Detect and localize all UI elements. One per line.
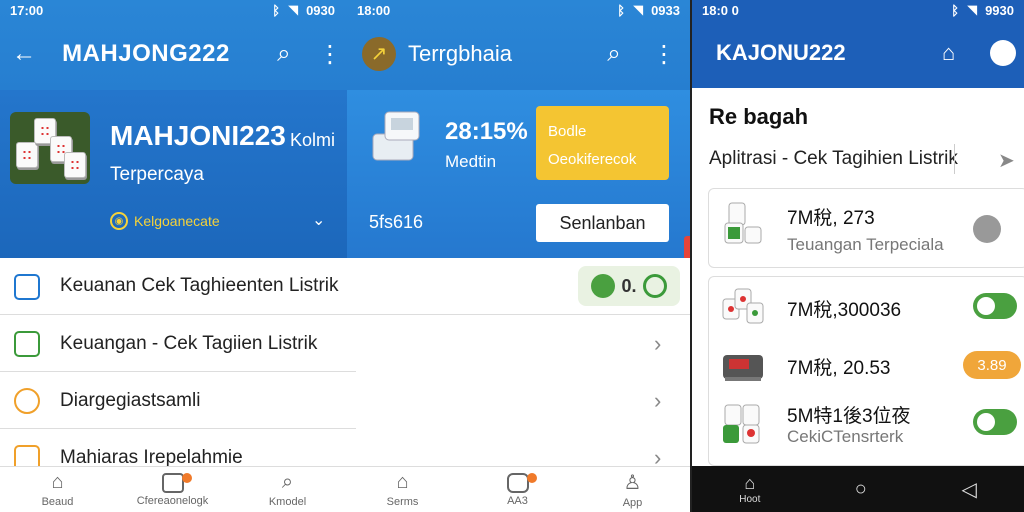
more-vert-icon[interactable]: ⋮ (318, 40, 342, 68)
wifi-icon: ◥ (633, 2, 644, 17)
send-icon[interactable]: ➤ (998, 148, 1015, 173)
nav-camera[interactable]: AA3 (460, 467, 575, 512)
device-image (723, 355, 763, 381)
item-name: 7M稅, 20.53 (787, 358, 891, 379)
bluetooth-icon: ᛒ (272, 2, 281, 18)
action-button[interactable]: Senlanban (536, 204, 669, 242)
nav-search[interactable]: ⌕ Kmodel (230, 467, 345, 512)
back-arrow-icon[interactable]: ← (12, 40, 36, 68)
list-item[interactable]: 7M稅, 20.53 3.89 (709, 335, 1024, 393)
device-label: Medtin (445, 152, 497, 171)
device-image (372, 111, 420, 161)
status-battery: 9930 (985, 2, 1014, 18)
value-badge[interactable]: 3.89 (963, 351, 1021, 379)
list-item[interactable]: 5M特1後3位夜 CekiCTensrterk (709, 393, 1024, 451)
list-item[interactable]: Keuanan Cek Taghieenten Listrik 0. (0, 258, 690, 315)
item-subtitle: CekiCTensrterk (787, 427, 904, 446)
app-bar-middle: ↗ Terrgbhaia ⌕ ⋮ (362, 22, 682, 86)
app-title-middle: Terrgbhaia (408, 41, 512, 66)
search-icon[interactable]: ⌕ (600, 40, 628, 68)
nav-services[interactable]: ⌂ Serms (345, 467, 460, 512)
device-card: 28:15% Medtin 5fs616 Bodle Oeokiferecok … (347, 90, 690, 258)
status-time: 18:0 0 (702, 2, 739, 18)
chevron-right-icon: › (654, 387, 662, 413)
list-item[interactable]: 7M稅,300036 (709, 277, 1024, 335)
chevron-down-icon[interactable]: ⌄ (312, 210, 325, 230)
mahjong-image (10, 112, 90, 184)
home-icon[interactable]: ⌂ (942, 40, 955, 66)
section-subtitle: Aplitrasi - Cek Tagihien Listrik (709, 148, 958, 169)
status-battery: 0930 (306, 2, 335, 18)
nav-home-button[interactable]: ⌂ Hoot (739, 473, 760, 505)
status-bar-left: 17:00 ᛒ ◥ 0930 (0, 0, 345, 20)
chevron-right-icon: › (654, 330, 662, 356)
status-time: 18:00 (357, 2, 391, 18)
device-small-value: 5fs616 (369, 212, 424, 232)
status-time: 17:00 (10, 2, 44, 18)
home-icon: ⌂ (396, 471, 409, 493)
status-pill[interactable]: 0. (578, 266, 680, 306)
notification-dot (181, 473, 192, 483)
menu-list: Keuanan Cek Taghieenten Listrik 0. Keuan… (0, 258, 690, 486)
person-icon: ♙ (623, 472, 642, 494)
hero-title: MAHJONI223 (110, 120, 286, 151)
notification-dot (526, 473, 537, 483)
hero-subtitle: Terpercaya (110, 164, 204, 185)
list-item[interactable]: 7M稅, 273 Teuangan Terpeciala (708, 188, 1024, 268)
wifi-icon: ◥ (967, 2, 978, 17)
nav-home[interactable]: ⌂ Beaud (0, 467, 115, 512)
section-heading: Re bagah (709, 104, 809, 129)
home-icon: ⌂ (744, 473, 756, 493)
mahjong-tiles-image (722, 288, 764, 324)
nav-wallet[interactable]: Cfereaonelogk (115, 467, 230, 512)
item-subtitle: Teuangan Terpeciala (787, 235, 944, 254)
more-vert-icon[interactable]: ⋮ (650, 40, 678, 68)
circle-home-icon[interactable]: ○ (855, 478, 867, 501)
hero-card[interactable]: MAHJONI223 Kolmi Terpercaya ◉ Kelgoaneca… (0, 90, 347, 258)
nav-profile[interactable]: ♙ App (575, 467, 690, 512)
bluetooth-icon: ᛒ (617, 2, 626, 18)
wallet-icon (14, 274, 40, 300)
wallet-icon (161, 472, 184, 493)
toggle-switch[interactable] (973, 409, 1017, 435)
list-item[interactable]: Keuangan - Cek Tagiien Listrik › (0, 315, 690, 372)
edit-icon (14, 331, 40, 357)
home-icon: ⌂ (51, 471, 64, 493)
camera-icon (506, 472, 529, 493)
hero-badge[interactable]: ◉ Kelgoanecate (110, 212, 220, 230)
avatar[interactable] (990, 40, 1016, 66)
item-name: 7M稅,300036 (787, 300, 902, 321)
coin-icon: ◉ (110, 212, 128, 230)
info-icon[interactable] (973, 215, 1001, 243)
search-icon: ⌕ (281, 471, 294, 493)
wifi-icon: ◥ (288, 2, 299, 17)
app-bar: ← MAHJONG222 ⌕ ⋮ (12, 22, 342, 86)
mahjong-tiles-image (723, 404, 760, 444)
back-icon[interactable]: ◁ (961, 477, 976, 502)
logo-icon: ↗ (362, 37, 396, 71)
list-card: 7M稅,300036 7M稅, 20.53 3.89 5M特1後3位夜 Ceki… (708, 276, 1024, 466)
bluetooth-icon: ᛒ (951, 2, 960, 18)
item-name: 5M特1後3位夜 (787, 406, 911, 427)
item-name: 7M稅, 273 (787, 208, 875, 229)
list-item[interactable]: Diargegiastsamli › (0, 372, 690, 429)
timer-icon (14, 388, 40, 414)
app-title: MAHJONG222 (62, 40, 230, 67)
toggle-switch[interactable] (973, 293, 1017, 319)
right-app-screen: 18:0 0 ᛒ ◥ 9930 KAJONU222 ⌂ Re bagah Apl… (692, 0, 1024, 512)
system-navigation: ⌂ Hoot ○ ◁ (692, 466, 1024, 512)
device-value: 28:15% (445, 118, 528, 145)
status-battery: 0933 (651, 2, 680, 18)
check-icon (591, 274, 616, 298)
left-app-screen: 17:00 ᛒ ◥ 0930 18:00 ᛒ ◥ 0933 ← MAHJONG2… (0, 0, 690, 512)
promo-box[interactable]: Bodle Oeokiferecok (536, 106, 669, 180)
search-icon (642, 274, 667, 298)
mahjong-tile-image (724, 202, 762, 244)
app-title-right: KAJONU222 (716, 40, 846, 65)
bottom-navigation: ⌂ Beaud Cfereaonelogk ⌕ Kmodel ⌂ Serms A… (0, 466, 690, 512)
status-bar-middle: 18:00 ᛒ ◥ 0933 (347, 0, 690, 20)
status-bar-right: 18:0 0 ᛒ ◥ 9930 (692, 0, 1024, 20)
hero-label: Kolmi (290, 130, 336, 150)
search-icon[interactable]: ⌕ (272, 40, 296, 68)
